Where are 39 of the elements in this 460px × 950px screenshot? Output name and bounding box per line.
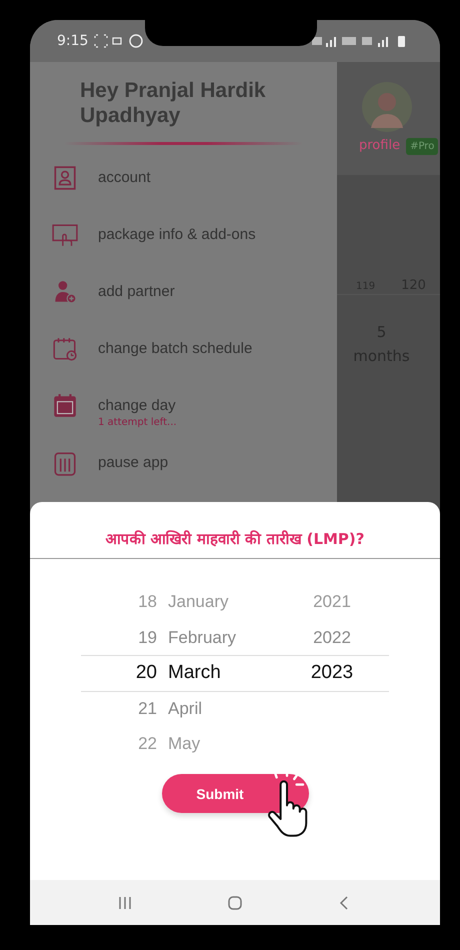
year-option[interactable]: 2023 bbox=[310, 655, 354, 690]
drawer-item[interactable]: change day 1 attempt left... bbox=[30, 395, 337, 452]
month-option[interactable]: February bbox=[168, 620, 302, 655]
year-option[interactable]: 2021 bbox=[313, 584, 351, 620]
person-card-icon bbox=[52, 165, 78, 191]
drawer-item-label: package info & add-ons bbox=[98, 225, 256, 245]
drawer-item-label: account bbox=[98, 168, 151, 188]
recent-apps-icon[interactable] bbox=[117, 894, 133, 910]
month-option[interactable]: April bbox=[168, 690, 302, 726]
calendar-clock-icon bbox=[52, 336, 78, 362]
drawer-item-label: change batch schedule bbox=[98, 339, 252, 359]
day-option[interactable]: 20 bbox=[136, 655, 157, 690]
drawer-item-label: pause app bbox=[98, 453, 168, 473]
day-option[interactable]: 19 bbox=[138, 620, 157, 655]
drawer-item[interactable]: add partner bbox=[30, 281, 337, 338]
submit-button[interactable]: Submit bbox=[162, 774, 308, 813]
home-icon[interactable] bbox=[227, 894, 243, 910]
calendar-icon bbox=[52, 393, 78, 419]
year-option[interactable]: 2022 bbox=[313, 620, 351, 655]
drawer-item-label: change day bbox=[98, 396, 177, 416]
attempts-note: 1 attempt left... bbox=[98, 417, 177, 429]
month-option[interactable]: May bbox=[168, 726, 302, 762]
month-option[interactable]: January bbox=[168, 584, 302, 620]
day-option[interactable]: 18 bbox=[138, 584, 157, 620]
drawer-item[interactable]: package info & add-ons bbox=[30, 224, 337, 281]
profile-link[interactable]: profile bbox=[359, 138, 400, 155]
pause-calendar-icon bbox=[52, 450, 78, 476]
day-option[interactable]: 21 bbox=[138, 690, 157, 726]
tag: #Pro bbox=[406, 138, 438, 155]
add-user-icon bbox=[52, 279, 78, 305]
day-option[interactable]: 22 bbox=[138, 726, 157, 762]
drawer-item-label: add partner bbox=[98, 282, 175, 302]
status-time: 9:15 bbox=[57, 33, 88, 49]
drawer-greeting: Hey Pranjal Hardik Upadhyay bbox=[79, 78, 267, 128]
drawer-item[interactable]: account bbox=[30, 167, 337, 224]
notification-icons bbox=[94, 34, 144, 48]
sheet-title: आपकी आखिरी माहवारी की तारीख (LMP)? bbox=[30, 502, 440, 559]
drawer-item[interactable]: change batch schedule bbox=[30, 338, 337, 395]
month-option[interactable]: March bbox=[168, 655, 302, 690]
